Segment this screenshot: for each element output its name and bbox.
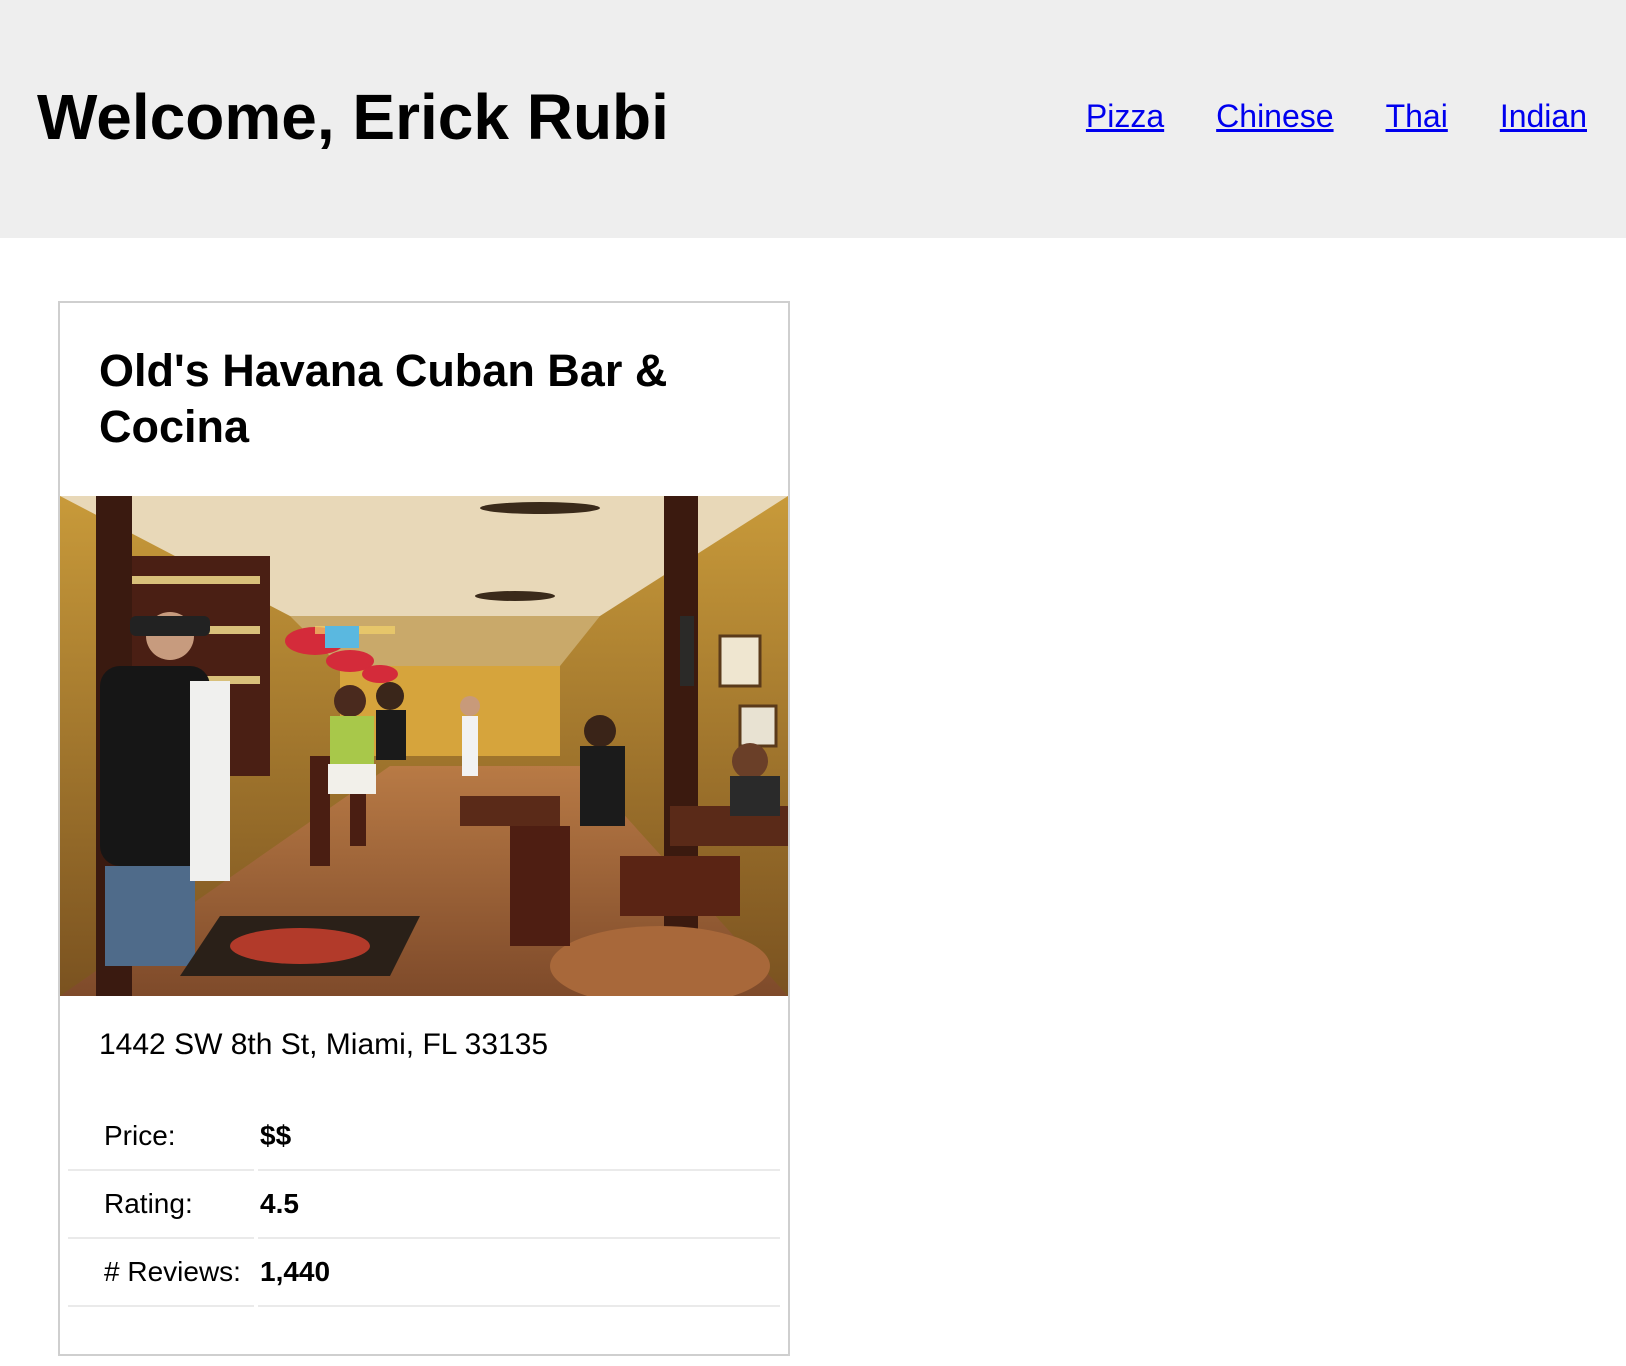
restaurant-interior-illustration	[60, 496, 788, 996]
table-row: # Reviews: 1,440	[68, 1239, 780, 1307]
nav-link-thai[interactable]: Thai	[1386, 96, 1448, 136]
reviews-value: 1,440	[258, 1239, 780, 1307]
page-header: Welcome, Erick Rubi Pizza Chinese Thai I…	[0, 0, 1626, 238]
rating-label: Rating:	[68, 1171, 254, 1239]
restaurant-card: Old's Havana Cuban Bar & Cocina 1442 SW …	[58, 301, 790, 1356]
restaurant-details-table: Price: $$ Rating: 4.5 # Reviews: 1,440	[64, 1103, 784, 1307]
rating-value: 4.5	[258, 1171, 780, 1239]
restaurant-photo	[60, 496, 788, 996]
nav-link-indian[interactable]: Indian	[1500, 96, 1587, 136]
cuisine-nav: Pizza Chinese Thai Indian	[1086, 96, 1587, 136]
welcome-heading: Welcome, Erick Rubi	[37, 81, 669, 153]
price-label: Price:	[68, 1103, 254, 1171]
table-row: Rating: 4.5	[68, 1171, 780, 1239]
table-row: Price: $$	[68, 1103, 780, 1171]
reviews-label: # Reviews:	[68, 1239, 254, 1307]
nav-link-chinese[interactable]: Chinese	[1216, 96, 1333, 136]
price-value: $$	[258, 1103, 780, 1171]
nav-link-pizza[interactable]: Pizza	[1086, 96, 1164, 136]
restaurant-name: Old's Havana Cuban Bar & Cocina	[99, 345, 668, 452]
restaurant-address: 1442 SW 8th St, Miami, FL 33135	[99, 1028, 549, 1061]
